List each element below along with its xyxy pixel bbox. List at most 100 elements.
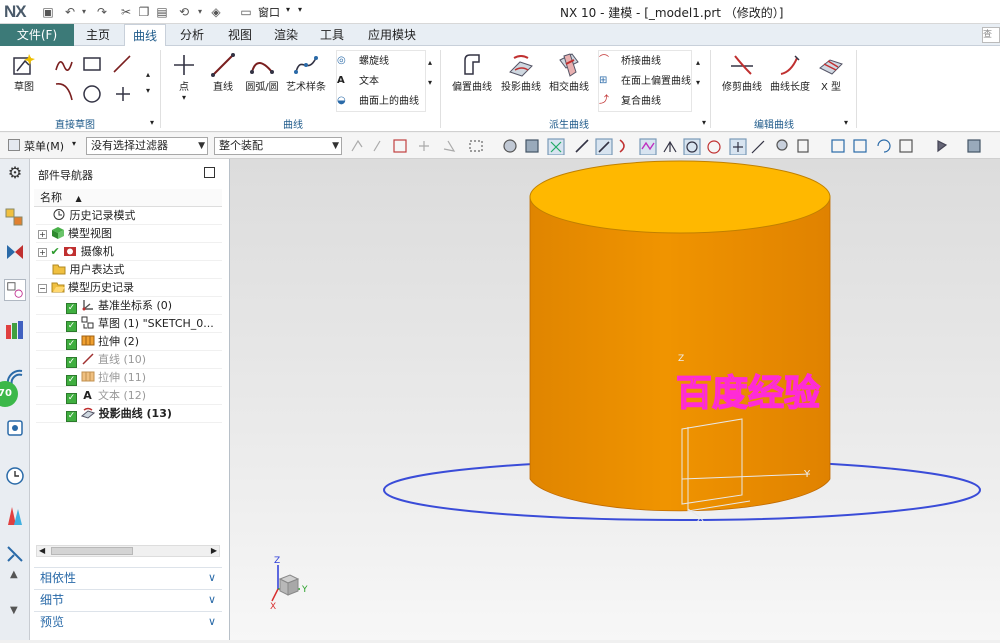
type-filter-select[interactable]: 没有选择过滤器 ▼ [86, 137, 208, 155]
name-column-header[interactable]: 名称 ▲ [34, 189, 222, 207]
menu-dropdown-icon[interactable]: ▾ [72, 139, 76, 148]
clock-icon[interactable] [4, 465, 26, 487]
edit-group-menu-icon[interactable]: ▾ [844, 118, 848, 127]
tree-row[interactable]: ✓ 拉伸 (2) [36, 333, 222, 351]
helix-button[interactable]: ◎ 螺旋线 [337, 51, 425, 71]
trim-curve-button[interactable]: 修剪曲线 [718, 52, 766, 93]
cut-icon[interactable]: ✂ [118, 4, 134, 20]
offset-curve-button[interactable]: 偏置曲线 [448, 52, 496, 93]
tab-file[interactable]: 文件(F) [0, 24, 74, 46]
sketch-gallery-up-icon[interactable]: ▴ [146, 70, 150, 79]
tree-row[interactable]: ✓ 拉伸 (11) [36, 369, 222, 387]
derived-gallery-down-icon[interactable]: ▾ [696, 78, 700, 87]
tab-curve[interactable]: 曲线 [124, 24, 167, 47]
repeat-command-icon[interactable]: ⟲ [176, 4, 192, 20]
intersection-curve-button[interactable]: 相交曲线 [546, 52, 592, 93]
dependencies-panel-header[interactable]: 相依性 ∨ [34, 567, 222, 587]
details-panel-header[interactable]: 细节 ∨ [34, 589, 222, 609]
maximize-icon[interactable] [204, 167, 215, 178]
menu-button[interactable]: 菜单(M) [24, 138, 64, 154]
save-icon[interactable]: ▣ [40, 4, 56, 20]
scroll-down-icon[interactable]: ▼ [10, 605, 18, 616]
touch-mode-icon[interactable]: ◈ [208, 4, 224, 20]
tree-row[interactable]: − 模型历史记录 [36, 279, 222, 297]
window-menu[interactable]: 窗口 [258, 4, 280, 20]
gear-icon[interactable]: ⚙ [4, 163, 26, 185]
line-button[interactable]: 直线 [206, 52, 240, 93]
tree-row[interactable]: ✓ 草图 (1) "SKETCH_0... [36, 315, 222, 333]
scroll-left-icon[interactable]: ◀ [39, 546, 45, 556]
scroll-right-icon[interactable]: ▶ [211, 546, 217, 556]
selection-tool-icons[interactable] [348, 137, 998, 155]
curve-gallery-down-icon[interactable]: ▾ [428, 78, 432, 87]
model-canvas[interactable]: 百度经验 Y X Z Y X Z [230, 159, 1000, 640]
paste-icon[interactable]: ▤ [154, 4, 170, 20]
tree-row[interactable]: 历史记录模式 [36, 207, 222, 225]
visibility-checkbox[interactable]: ✓ [66, 321, 77, 332]
preview-panel-header[interactable]: 预览 ∨ [34, 611, 222, 631]
tab-analysis[interactable]: 分析 [172, 24, 212, 46]
curve-length-button[interactable]: 曲线长度 [768, 52, 812, 93]
tab-applications[interactable]: 应用模块 [360, 24, 424, 46]
tree-row[interactable]: + ✔ 摄像机 [36, 243, 222, 261]
assembly-navigator-icon[interactable] [4, 205, 26, 227]
tree-row[interactable]: ✓ 基准坐标系 (0) [36, 297, 222, 315]
text-button[interactable]: A 文本 [337, 71, 425, 91]
constraint-navigator-icon[interactable] [4, 241, 26, 263]
tree-row[interactable]: ✓ 直线 (10) [36, 351, 222, 369]
scroll-thumb[interactable] [51, 547, 133, 555]
sketch-button[interactable]: 草图 [6, 52, 42, 93]
arc-circle-button[interactable]: 圆弧/圆 [242, 52, 282, 93]
derived-gallery-up-icon[interactable]: ▴ [696, 58, 700, 67]
tab-view[interactable]: 视图 [220, 24, 260, 46]
visibility-checkbox[interactable]: ✓ [66, 375, 77, 386]
selection-scope-select[interactable]: 整个装配 ▼ [214, 137, 342, 155]
point-dropdown-icon[interactable]: ▾ [168, 93, 200, 102]
copy-icon[interactable]: ❐ [136, 4, 152, 20]
offset-in-face-button[interactable]: ⊞ 在面上偏置曲线 [599, 71, 691, 91]
command-search-input[interactable]: 查找命令 [982, 27, 1000, 43]
horizontal-scrollbar[interactable]: ◀ ▶ [36, 545, 220, 557]
window-dropdown-icon[interactable]: ▾ [286, 5, 290, 14]
tab-render[interactable]: 渲染 [266, 24, 306, 46]
tree-row[interactable]: ✓ 投影曲线 (13) [36, 405, 222, 423]
composite-curve-button[interactable]: ⤴ 复合曲线 [599, 91, 691, 111]
tree-item-label: 用户表达式 [69, 263, 125, 276]
expand-icon[interactable]: + [38, 230, 47, 239]
navigator-title: 部件导航器 [38, 169, 93, 182]
x-form-button[interactable]: X 型 [814, 52, 848, 93]
collapse-icon[interactable]: − [38, 284, 47, 293]
visibility-checkbox[interactable]: ✓ [66, 411, 77, 422]
sketch-gallery-down-icon[interactable]: ▾ [146, 86, 150, 95]
repeat-dropdown-icon[interactable]: ▾ [192, 4, 208, 20]
visibility-checkbox[interactable]: ✓ [66, 393, 77, 404]
history-palette-icon[interactable] [4, 417, 26, 439]
window-icon[interactable]: ▭ [238, 4, 254, 20]
derived-group-menu-icon[interactable]: ▾ [702, 118, 706, 127]
visibility-checkbox[interactable]: ✓ [66, 357, 77, 368]
visibility-checkbox[interactable]: ✓ [66, 303, 77, 314]
tab-tools[interactable]: 工具 [312, 24, 352, 46]
quick-access-customize-icon[interactable]: ▾ [298, 5, 302, 14]
redo-icon[interactable]: ↷ [94, 4, 110, 20]
direct-sketch-group-menu-icon[interactable]: ▾ [150, 118, 154, 127]
curve-gallery-up-icon[interactable]: ▴ [428, 58, 432, 67]
expand-icon[interactable]: + [38, 248, 47, 257]
point-button[interactable]: 点 ▾ [168, 52, 200, 102]
project-curve-button[interactable]: 投影曲线 [498, 52, 544, 93]
tab-home[interactable]: 主页 [78, 24, 118, 46]
part-navigator-icon[interactable] [4, 279, 26, 301]
visibility-checkbox[interactable]: ✓ [66, 339, 77, 350]
tree-row[interactable]: ✓ A 文本 (12) [36, 387, 222, 405]
curve-on-surface-button[interactable]: ◒ 曲面上的曲线 [337, 91, 425, 111]
tree-row[interactable]: 用户表达式 [36, 261, 222, 279]
tree-row[interactable]: + 模型视图 [36, 225, 222, 243]
bridge-curve-button[interactable]: ⌒ 桥接曲线 [599, 51, 691, 71]
scroll-up-icon[interactable]: ▲ [10, 569, 18, 580]
reuse-library-icon[interactable] [4, 319, 26, 341]
undo-dropdown-icon[interactable]: ▾ [76, 4, 92, 20]
process-studio-icon[interactable] [4, 543, 26, 565]
graphics-window[interactable]: 百度经验 Y X Z Y X Z [230, 159, 1000, 640]
studio-spline-button[interactable]: 艺术样条 [284, 52, 328, 93]
system-materials-icon[interactable] [4, 505, 26, 527]
